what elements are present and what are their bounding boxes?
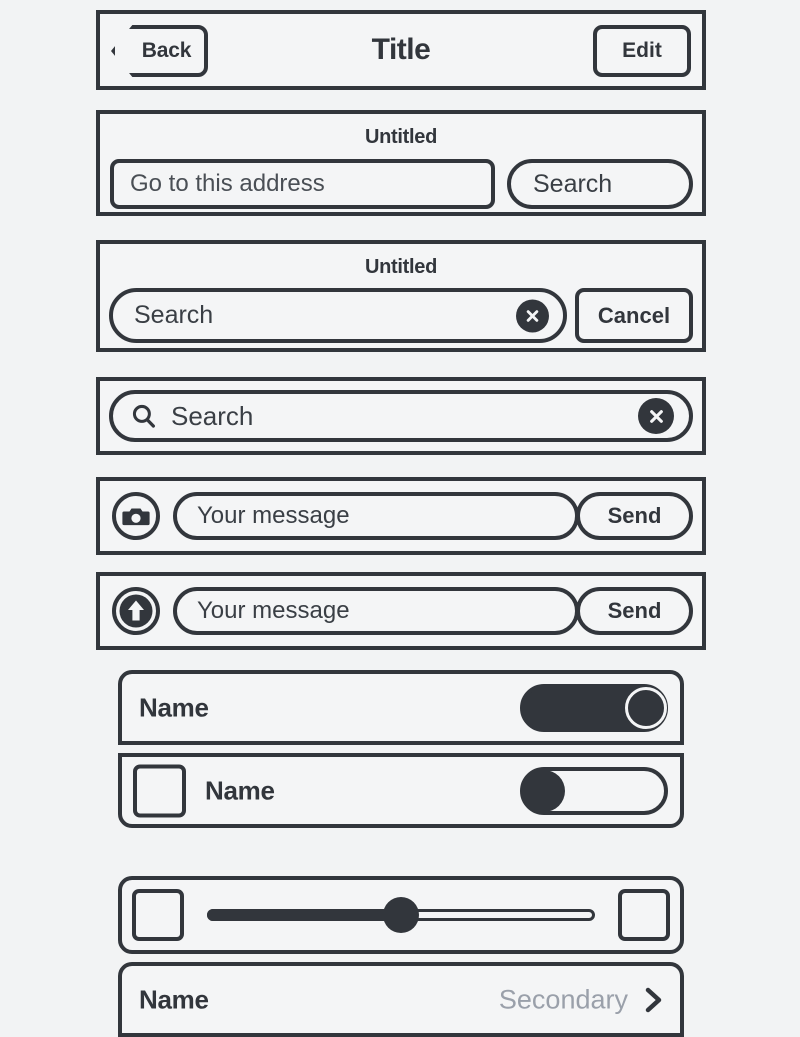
address-search-label: Search — [533, 170, 612, 199]
cancel-button[interactable]: Cancel — [575, 288, 693, 343]
list-row-toggle-off[interactable]: Name — [118, 753, 684, 828]
search-input-with-cancel[interactable]: Search — [109, 288, 567, 343]
message-input-placeholder: Your message — [197, 597, 350, 625]
slider-left-button[interactable] — [132, 889, 184, 941]
message-input[interactable]: Your message — [173, 492, 579, 540]
navigation-bar-inner: Back Title Edit — [100, 14, 702, 86]
cancel-button-label: Cancel — [598, 303, 670, 329]
address-input[interactable]: Go to this address — [110, 159, 495, 209]
chevron-right-icon — [642, 986, 666, 1014]
camera-icon[interactable] — [111, 491, 161, 541]
navigation-bar: Back Title Edit — [96, 10, 706, 90]
slider[interactable] — [207, 909, 595, 921]
row-label: Name — [139, 984, 209, 1015]
address-bar-section: Untitled Go to this address Search — [96, 110, 706, 216]
search-input-placeholder: Search — [171, 401, 253, 432]
address-section-title: Untitled — [100, 126, 702, 149]
slider-right-button[interactable] — [618, 889, 670, 941]
edit-button[interactable]: Edit — [593, 25, 691, 77]
clear-circle-icon[interactable] — [638, 398, 674, 434]
message-input[interactable]: Your message — [173, 587, 579, 635]
edit-button-label: Edit — [622, 39, 662, 63]
toggle-switch[interactable] — [520, 767, 668, 815]
toggle-switch[interactable] — [520, 684, 668, 732]
magnifier-icon — [130, 402, 158, 430]
search-bar-section: Search — [96, 377, 706, 455]
toggle-knob — [523, 770, 565, 812]
search-input[interactable]: Search — [109, 390, 693, 442]
search-cancel-section: Untitled Search Cancel — [96, 240, 706, 352]
message-input-placeholder: Your message — [197, 502, 350, 530]
message-bar-upload: Your message Send — [96, 572, 706, 650]
list-row-disclosure[interactable]: Name Secondary — [118, 962, 684, 1037]
address-input-placeholder: Go to this address — [130, 170, 325, 198]
secondary-value: Secondary — [499, 984, 628, 1015]
search-input-placeholder: Search — [134, 301, 213, 330]
slider-thumb[interactable] — [383, 897, 419, 933]
send-button[interactable]: Send — [576, 587, 693, 635]
send-button-label: Send — [608, 598, 662, 624]
row-label: Name — [205, 775, 275, 806]
search-cancel-section-title: Untitled — [100, 256, 702, 279]
clear-circle-icon[interactable] — [516, 299, 549, 332]
message-bar-camera: Your message Send — [96, 477, 706, 555]
slider-row — [118, 876, 684, 954]
toggle-knob — [625, 687, 667, 729]
checkbox[interactable] — [133, 764, 186, 817]
upload-arrow-icon[interactable] — [111, 586, 161, 636]
row-label: Name — [139, 692, 209, 723]
list-row-toggle-on[interactable]: Name — [118, 670, 684, 745]
address-search-button[interactable]: Search — [507, 159, 693, 209]
send-button[interactable]: Send — [576, 492, 693, 540]
slider-fill — [207, 909, 401, 921]
send-button-label: Send — [608, 503, 662, 529]
